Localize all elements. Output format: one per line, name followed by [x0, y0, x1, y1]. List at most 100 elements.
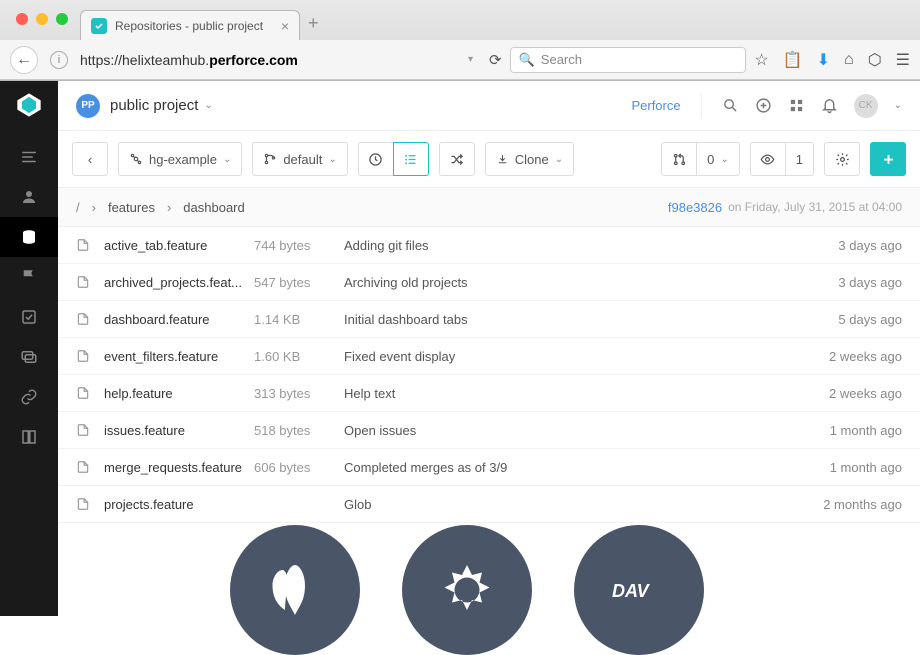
- file-row[interactable]: projects.featureGlob2 months ago: [58, 486, 920, 523]
- sidebar-link[interactable]: [0, 377, 58, 417]
- pocket-icon[interactable]: ⬡: [868, 50, 882, 70]
- repo-selector[interactable]: hg-example ⌄: [118, 142, 242, 176]
- perforce-link[interactable]: Perforce: [631, 98, 680, 113]
- back-button[interactable]: ‹: [72, 142, 108, 176]
- clone-label: Clone: [515, 152, 549, 167]
- user-avatar[interactable]: CK: [854, 94, 878, 118]
- settings-button[interactable]: [824, 142, 860, 176]
- back-button[interactable]: ←: [10, 46, 38, 74]
- file-size: 518 bytes: [254, 423, 344, 438]
- list-view[interactable]: [393, 142, 429, 176]
- breadcrumb-seg[interactable]: features: [108, 200, 155, 215]
- file-size: 1.14 KB: [254, 312, 344, 327]
- url-field[interactable]: https://helixteamhub.perforce.com: [80, 52, 460, 68]
- file-date: 2 weeks ago: [829, 349, 902, 364]
- add-button[interactable]: [870, 142, 906, 176]
- pull-request-icon[interactable]: [661, 142, 697, 176]
- file-size: 1.60 KB: [254, 349, 344, 364]
- browser-tab[interactable]: Repositories - public project ×: [80, 10, 300, 40]
- chevron-down-icon[interactable]: ⌄: [894, 100, 902, 111]
- search-icon[interactable]: [722, 97, 739, 114]
- svg-text:DAV: DAV: [612, 581, 651, 601]
- clipboard-icon[interactable]: 📋: [783, 50, 803, 70]
- home-icon[interactable]: ⌂: [844, 51, 854, 69]
- file-name: help.feature: [104, 386, 254, 401]
- search-field[interactable]: 🔍 Search: [510, 47, 747, 73]
- file-date: 3 days ago: [838, 238, 902, 253]
- file-commit-message: Glob: [344, 497, 823, 512]
- overlay-logos: DAV: [230, 525, 704, 655]
- sidebar-users[interactable]: [0, 177, 58, 217]
- shuffle-button[interactable]: [439, 142, 475, 176]
- breadcrumb-root[interactable]: /: [76, 200, 80, 215]
- repo-icon: [129, 152, 143, 166]
- pr-count[interactable]: 0⌄: [696, 142, 740, 176]
- history-view[interactable]: [358, 142, 394, 176]
- file-date: 1 month ago: [830, 460, 902, 475]
- close-tab-icon[interactable]: ×: [281, 18, 289, 34]
- breadcrumb-path: / › features › dashboard: [76, 200, 245, 215]
- close-window[interactable]: [16, 13, 28, 25]
- download-icon[interactable]: ⬇: [817, 50, 830, 70]
- file-row[interactable]: issues.feature518 bytesOpen issues1 mont…: [58, 412, 920, 449]
- branch-name: default: [283, 152, 322, 167]
- watch-icon[interactable]: [750, 142, 786, 176]
- browser-chrome: Repositories - public project × + ← i ht…: [0, 0, 920, 81]
- site-info-icon[interactable]: i: [50, 51, 68, 69]
- sidebar-repositories[interactable]: [0, 217, 58, 257]
- breadcrumb: / › features › dashboard f98e3826 on Fri…: [58, 187, 920, 227]
- minimize-window[interactable]: [36, 13, 48, 25]
- repo-name: hg-example: [149, 152, 217, 167]
- refresh-button[interactable]: ⟳: [489, 51, 502, 69]
- sidebar: [0, 81, 58, 616]
- file-date: 3 days ago: [838, 275, 902, 290]
- sidebar-tasks[interactable]: [0, 297, 58, 337]
- tab-bar: Repositories - public project × +: [0, 0, 920, 40]
- file-row[interactable]: dashboard.feature1.14 KBInitial dashboar…: [58, 301, 920, 338]
- project-badge: PP: [76, 94, 100, 118]
- sidebar-wiki[interactable]: [0, 417, 58, 457]
- commit-date: on Friday, July 31, 2015 at 04:00: [728, 200, 902, 214]
- chevron-down-icon: ⌄: [223, 154, 231, 165]
- menu-icon[interactable]: ☰: [896, 50, 910, 70]
- project-name-label: public project: [110, 97, 198, 114]
- file-row[interactable]: archived_projects.feat...547 bytesArchiv…: [58, 264, 920, 301]
- toolbar: ‹ hg-example ⌄ default ⌄ Clone ⌄: [58, 131, 920, 187]
- watch-count-label: 1: [796, 152, 803, 167]
- file-row[interactable]: active_tab.feature744 bytesAdding git fi…: [58, 227, 920, 264]
- search-icon: 🔍: [519, 52, 535, 68]
- url-domain: perforce.com: [209, 52, 298, 68]
- grid-icon[interactable]: [788, 97, 805, 114]
- tab-title: Repositories - public project: [115, 19, 263, 33]
- url-dropdown-icon[interactable]: ▾: [468, 54, 473, 65]
- maximize-window[interactable]: [56, 13, 68, 25]
- bell-icon[interactable]: [821, 97, 838, 114]
- window-controls: [12, 13, 80, 35]
- commit-hash[interactable]: f98e3826: [668, 200, 722, 215]
- file-icon: [76, 312, 92, 326]
- clone-button[interactable]: Clone ⌄: [485, 142, 574, 176]
- sidebar-menu[interactable]: [0, 137, 58, 177]
- project-selector[interactable]: public project ⌄: [110, 97, 213, 114]
- app-logo[interactable]: [15, 91, 43, 119]
- file-icon: [76, 275, 92, 289]
- file-date: 5 days ago: [838, 312, 902, 327]
- file-row[interactable]: help.feature313 bytesHelp text2 weeks ag…: [58, 375, 920, 412]
- file-size: 313 bytes: [254, 386, 344, 401]
- branch-icon: [263, 152, 277, 166]
- new-tab-button[interactable]: +: [308, 13, 319, 40]
- watch-count[interactable]: 1: [785, 142, 814, 176]
- browser-actions: ☆ 📋 ⬇ ⌂ ⬡ ☰: [754, 50, 910, 70]
- file-size: 744 bytes: [254, 238, 344, 253]
- bookmark-icon[interactable]: ☆: [754, 50, 768, 70]
- file-commit-message: Open issues: [344, 423, 830, 438]
- add-icon[interactable]: [755, 97, 772, 114]
- branch-selector[interactable]: default ⌄: [252, 142, 347, 176]
- breadcrumb-seg[interactable]: dashboard: [183, 200, 244, 215]
- file-commit-message: Fixed event display: [344, 349, 829, 364]
- file-row[interactable]: merge_requests.feature606 bytesCompleted…: [58, 449, 920, 486]
- sidebar-messages[interactable]: [0, 337, 58, 377]
- url-bar: ← i https://helixteamhub.perforce.com ▾ …: [0, 40, 920, 80]
- sidebar-flag[interactable]: [0, 257, 58, 297]
- file-row[interactable]: event_filters.feature1.60 KBFixed event …: [58, 338, 920, 375]
